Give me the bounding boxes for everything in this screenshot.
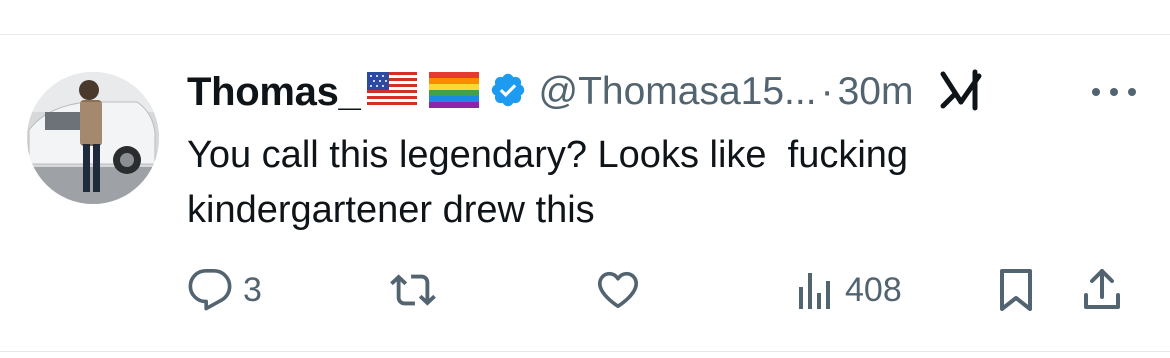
separator-dot: · xyxy=(820,70,834,113)
reply-count: 3 xyxy=(243,270,262,309)
tweet-text-line-2: kindergartener drew this xyxy=(187,189,595,231)
bottom-divider xyxy=(0,351,1170,352)
us-flag-icon xyxy=(366,71,417,113)
reply-button[interactable]: 3 xyxy=(187,262,262,318)
verified-badge-icon[interactable] xyxy=(489,71,527,114)
views-button[interactable]: 408 xyxy=(795,262,902,318)
tweet-text: You call this legendary? Looks like fuck… xyxy=(187,128,1087,238)
repost-icon xyxy=(388,267,438,313)
tweet-text-line-1: You call this legendary? Looks like fuck… xyxy=(187,134,909,176)
bookmark-button[interactable] xyxy=(996,262,1036,318)
reply-icon xyxy=(187,267,233,313)
avatar-photo xyxy=(27,72,159,204)
analytics-icon xyxy=(795,267,835,313)
author-name[interactable]: Thomas_ xyxy=(187,70,361,115)
rainbow-flag-icon xyxy=(428,71,479,113)
grok-icon[interactable] xyxy=(939,68,985,117)
heart-icon xyxy=(594,267,642,313)
views-count: 408 xyxy=(845,270,902,309)
share-icon xyxy=(1080,267,1124,313)
avatar[interactable] xyxy=(27,72,159,204)
like-button[interactable] xyxy=(594,262,652,318)
top-divider xyxy=(0,34,1170,35)
bookmark-icon xyxy=(996,267,1036,313)
share-button[interactable] xyxy=(1080,262,1124,318)
action-bar: 3 408 xyxy=(0,262,1170,318)
more-options-icon[interactable] xyxy=(1088,82,1140,102)
repost-button[interactable] xyxy=(388,262,448,318)
author-handle[interactable]: @Thomasa15... xyxy=(539,70,817,114)
tweet-header: Thomas_ @Thomasa15... · 30m xyxy=(187,66,985,118)
timestamp[interactable]: 30m xyxy=(838,70,914,114)
